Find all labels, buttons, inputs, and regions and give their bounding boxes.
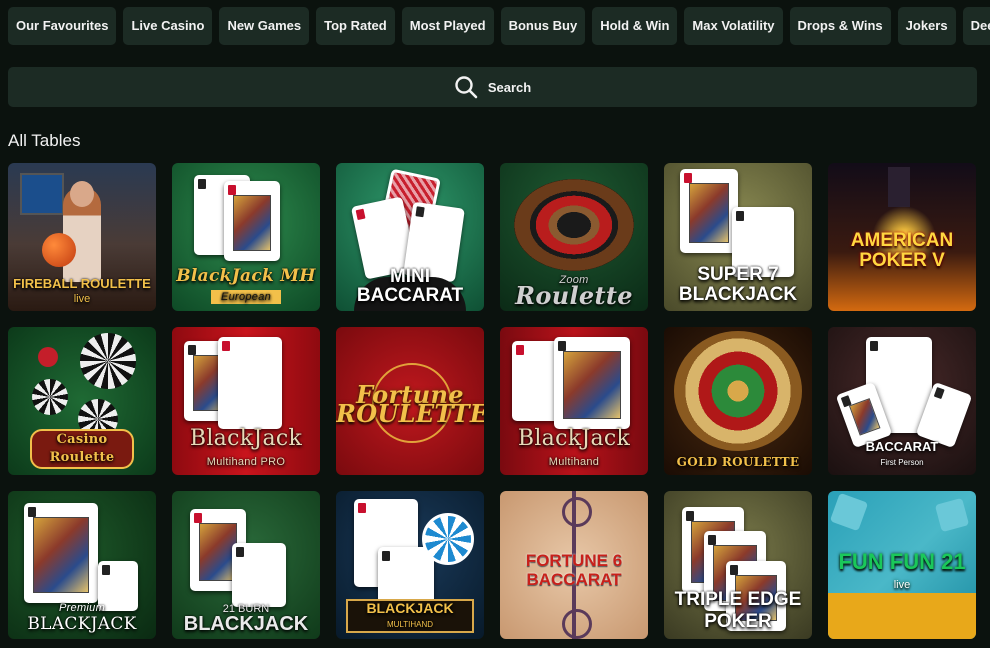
game-tile-blackjack-mh-european[interactable]: BlackJack MH European [172, 163, 320, 311]
game-title: TRIPLE EDGE POKER [674, 589, 802, 632]
game-tile-21-burn-blackjack[interactable]: 21 BURN BLACKJACK [172, 491, 320, 639]
game-tile-blackjack-multihand-pro[interactable]: BlackJack Multihand PRO [172, 327, 320, 475]
search-button[interactable]: Search [8, 67, 977, 107]
section-title: All Tables [8, 131, 81, 150]
game-tile-fortune-6-baccarat[interactable]: FORTUNE 6 BACCARAT [500, 491, 648, 639]
tab-jokers[interactable]: Jokers [897, 7, 956, 45]
game-tile-casino-roulette[interactable]: Casino Roulette [8, 327, 156, 475]
search-label: Search [487, 79, 532, 95]
game-tile-baccarat-first-person[interactable]: BACCARAT First Person [828, 327, 976, 475]
tab-most-played[interactable]: Most Played [401, 7, 494, 45]
search-icon [455, 76, 478, 99]
game-tile-fun-fun-21[interactable]: FUN FUN 21 live [828, 491, 976, 639]
tab-deep-b[interactable]: Deep B [962, 7, 990, 45]
game-tile-blackjack-multihand[interactable]: BlackJack Multihand [500, 327, 648, 475]
game-title: MINI BACCARAT [356, 266, 464, 306]
game-title: BLACKJACK MULTIHAND [346, 599, 474, 633]
game-title: GOLD ROULETTE [676, 455, 800, 469]
game-title: BlackJack Multihand PRO [189, 426, 303, 469]
game-title: 21 BURN BLACKJACK [183, 603, 309, 635]
game-title: AMERICAN POKER V [850, 230, 954, 271]
game-tile-fireball-roulette[interactable]: FIREBALL ROULETTE live [8, 163, 156, 311]
tab-top-rated[interactable]: Top Rated [316, 7, 395, 45]
tab-live-casino[interactable]: Live Casino [123, 7, 213, 45]
game-title: BlackJack MH European [176, 266, 316, 304]
game-tile-premium-blackjack[interactable]: Premium BLACKJACK [8, 491, 156, 639]
game-title: BACCARAT First Person [865, 439, 939, 468]
game-tile-triple-edge-poker[interactable]: TRIPLE EDGE POKER [664, 491, 812, 639]
game-title: BlackJack Multihand [517, 426, 631, 469]
game-tile-super-7-blackjack[interactable]: SUPER 7 BLACKJACK [664, 163, 812, 311]
game-title: FIREBALL ROULETTE live [13, 276, 151, 306]
game-title: Casino Roulette [30, 429, 134, 469]
tab-hold-and-win[interactable]: Hold & Win [592, 7, 678, 45]
game-tile-zoom-roulette[interactable]: Zoom Roulette [500, 163, 648, 311]
tab-bonus-buy[interactable]: Bonus Buy [500, 7, 586, 45]
tab-new-games[interactable]: New Games [219, 7, 310, 45]
game-tile-american-poker-v[interactable]: AMERICAN POKER V [828, 163, 976, 311]
game-title: Fortune ROULETTE [336, 380, 484, 428]
game-thumbnail [664, 327, 812, 475]
game-grid: FIREBALL ROULETTE live BlackJack MH Europe… [8, 163, 976, 639]
game-title: SUPER 7 BLACKJACK [678, 264, 798, 305]
tab-max-volatility[interactable]: Max Volatility [684, 7, 783, 45]
game-tile-mini-baccarat[interactable]: MINI BACCARAT [336, 163, 484, 311]
game-title: Premium BLACKJACK [27, 602, 137, 634]
game-tile-blackjack-multihand-gold[interactable]: BLACKJACK MULTIHAND [336, 491, 484, 639]
category-tabs: Our Favourites Live Casino New Games Top Ra… [8, 7, 990, 45]
tab-our-favourites[interactable]: Our Favourites [8, 7, 117, 45]
game-title: FORTUNE 6 BACCARAT [525, 551, 623, 589]
game-tile-gold-roulette[interactable]: GOLD ROULETTE [664, 327, 812, 475]
game-title: Zoom Roulette [515, 274, 633, 310]
game-title: FUN FUN 21 live [838, 549, 966, 592]
game-tile-fortune-roulette[interactable]: Fortune ROULETTE [336, 327, 484, 475]
tab-drops-and-wins[interactable]: Drops & Wins [789, 7, 891, 45]
